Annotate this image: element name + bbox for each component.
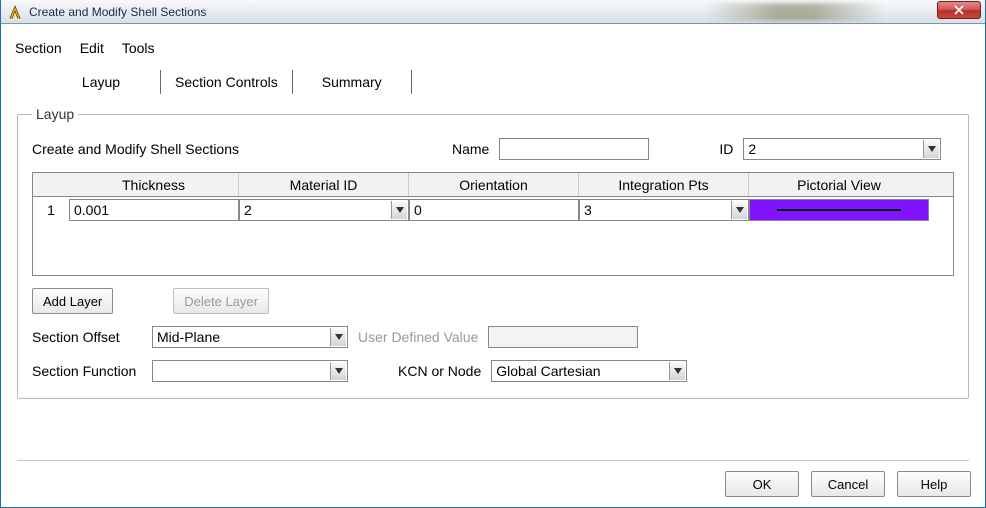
cancel-button[interactable]: Cancel <box>811 471 885 497</box>
group-subtitle: Create and Modify Shell Sections <box>32 141 322 157</box>
name-label: Name <box>452 141 489 157</box>
integration-field[interactable] <box>579 199 749 221</box>
section-offset-field[interactable] <box>152 326 348 348</box>
kcn-select[interactable] <box>491 360 687 382</box>
name-field[interactable] <box>499 138 649 160</box>
close-button[interactable] <box>937 1 981 19</box>
id-field[interactable] <box>743 138 941 160</box>
thickness-field[interactable] <box>69 199 239 221</box>
pictorial-view <box>749 199 929 221</box>
layup-group: Layup Create and Modify Shell Sections N… <box>17 106 969 399</box>
hdr-material: Material ID <box>239 173 409 196</box>
material-field[interactable] <box>239 199 409 221</box>
layer-grid: Thickness Material ID Orientation Integr… <box>32 172 954 276</box>
add-layer-button[interactable]: Add Layer <box>32 288 113 314</box>
grid-pad <box>33 223 953 275</box>
kcn-field[interactable] <box>491 360 687 382</box>
section-offset-select[interactable] <box>152 326 348 348</box>
tab-layup[interactable]: Layup <box>41 70 161 94</box>
user-defined-value-label: User Defined Value <box>358 329 478 345</box>
ok-button[interactable]: OK <box>725 471 799 497</box>
tab-end-divider <box>411 70 440 94</box>
menu-section[interactable]: Section <box>13 38 64 58</box>
delete-layer-button[interactable]: Delete Layer <box>173 288 269 314</box>
section-function-label: Section Function <box>32 363 142 379</box>
table-row: 1 <box>33 197 953 223</box>
content-area: Layup Create and Modify Shell Sections N… <box>1 94 985 450</box>
user-defined-value-field <box>488 326 638 348</box>
section-function-select[interactable] <box>152 360 348 382</box>
grid-header: Thickness Material ID Orientation Integr… <box>33 173 953 197</box>
hdr-thickness: Thickness <box>69 173 239 196</box>
close-icon <box>954 5 964 15</box>
title-bar: Create and Modify Shell Sections <box>1 0 985 24</box>
menu-tools[interactable]: Tools <box>120 38 157 58</box>
id-select[interactable] <box>743 138 941 160</box>
row-index: 1 <box>33 202 69 218</box>
kcn-label: KCN or Node <box>398 363 481 379</box>
layup-legend: Layup <box>32 106 78 122</box>
section-offset-label: Section Offset <box>32 329 142 345</box>
help-button[interactable]: Help <box>897 471 971 497</box>
header-row: Create and Modify Shell Sections Name ID <box>32 138 954 160</box>
orientation-field[interactable] <box>409 199 579 221</box>
dialog-footer: OK Cancel Help <box>1 467 985 507</box>
hdr-pictorial: Pictorial View <box>749 173 929 196</box>
tab-strip: Layup Section Controls Summary <box>1 64 985 94</box>
hdr-orientation: Orientation <box>409 173 579 196</box>
menu-edit[interactable]: Edit <box>78 38 106 58</box>
menu-bar: Section Edit Tools <box>1 24 985 64</box>
footer-separator <box>17 460 969 461</box>
id-label: ID <box>719 141 733 157</box>
app-icon <box>7 4 23 20</box>
layer-line-icon <box>777 209 902 211</box>
tab-summary[interactable]: Summary <box>292 70 412 94</box>
tab-section-controls[interactable]: Section Controls <box>160 70 293 94</box>
section-function-field[interactable] <box>152 360 348 382</box>
hdr-idx <box>33 173 69 196</box>
window-title: Create and Modify Shell Sections <box>29 5 206 19</box>
hdr-integration: Integration Pts <box>579 173 749 196</box>
obscured-text <box>705 3 885 21</box>
